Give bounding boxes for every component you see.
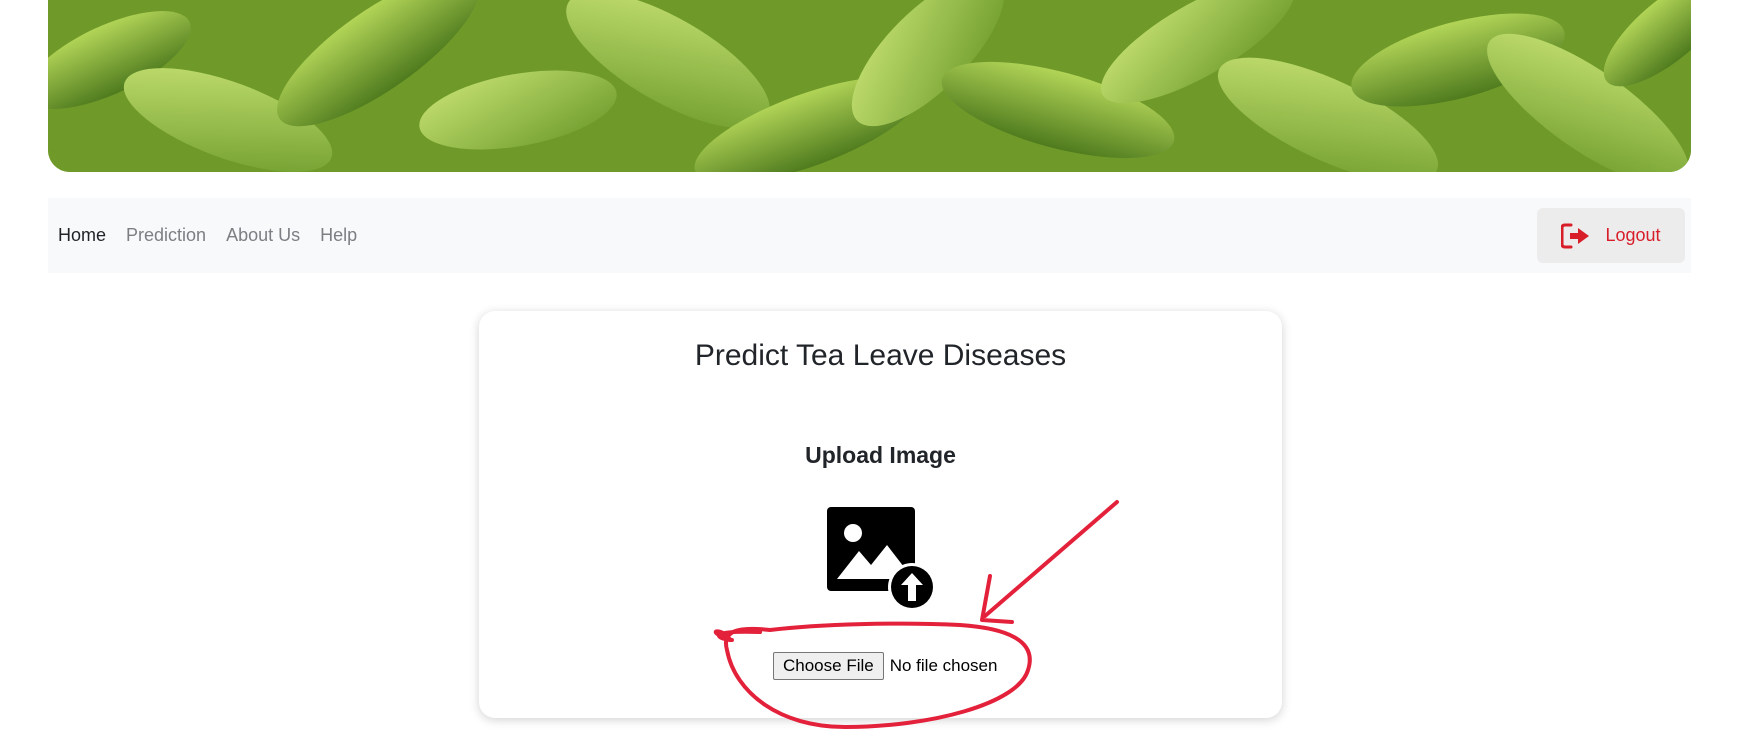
nav-link-help[interactable]: Help — [320, 225, 357, 246]
logout-label: Logout — [1605, 225, 1661, 245]
image-upload-icon — [827, 507, 937, 613]
nav-link-home[interactable]: Home — [58, 225, 106, 246]
page-title: Predict Tea Leave Diseases — [694, 339, 1067, 372]
tea-leaves-banner — [48, 0, 1691, 172]
logout-button[interactable]: Logout — [1537, 208, 1685, 263]
choose-file-button[interactable]: Choose File — [773, 652, 884, 680]
file-input[interactable]: Choose File No file chosen — [773, 651, 997, 681]
sign-out-icon — [1560, 223, 1591, 249]
prediction-card: Predict Tea Leave Diseases Upload Image … — [479, 311, 1282, 718]
nav-link-about-us[interactable]: About Us — [226, 225, 300, 246]
nav-link-prediction[interactable]: Prediction — [126, 225, 206, 246]
nav-links: Home Prediction About Us Help — [58, 198, 377, 273]
upload-heading: Upload Image — [805, 442, 956, 468]
navbar: Home Prediction About Us Help Logout — [48, 198, 1691, 273]
file-status-text: No file chosen — [889, 656, 998, 675]
